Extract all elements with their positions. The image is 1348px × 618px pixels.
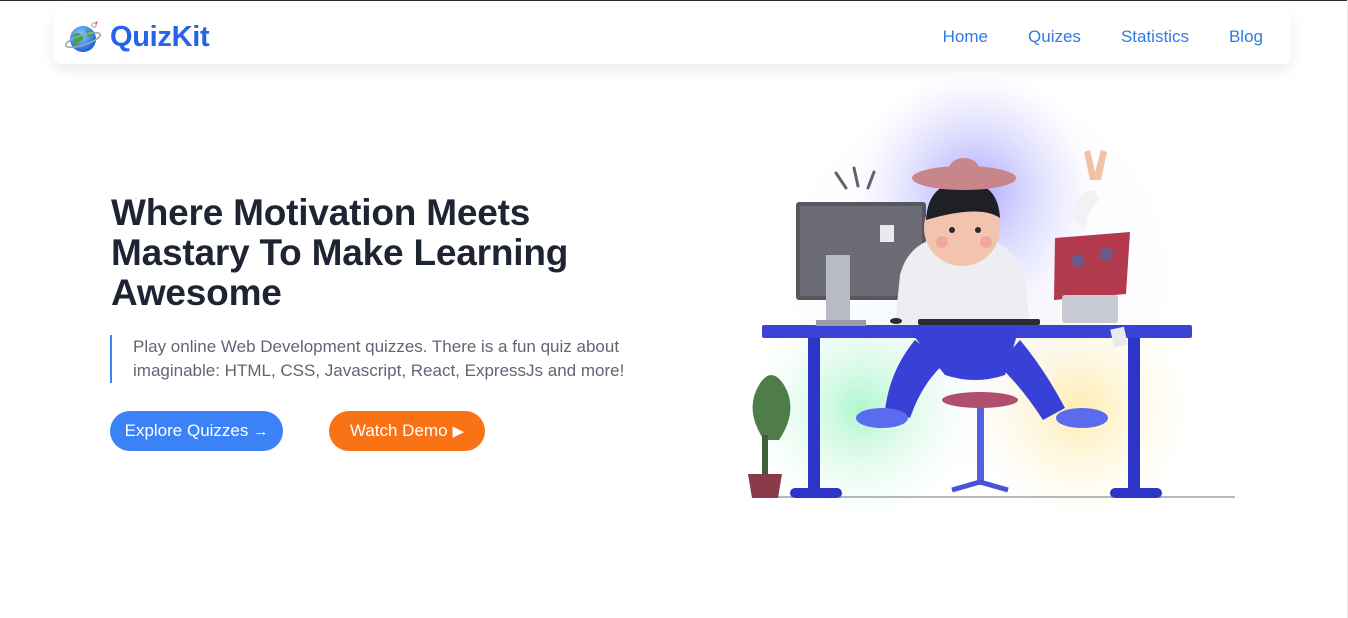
- desk-leg-right: [1128, 338, 1140, 488]
- desk-foot-left: [790, 488, 842, 498]
- brand-link[interactable]: QuizKit: [64, 19, 210, 55]
- person-cheek-left: [936, 236, 948, 248]
- laptop-screen: [1054, 232, 1130, 300]
- monitor-base: [816, 320, 866, 326]
- mouse: [890, 318, 902, 324]
- chair-seat: [942, 392, 1018, 408]
- person-eye-right: [975, 227, 981, 233]
- plant-stem: [762, 435, 768, 475]
- person-eye-left: [949, 227, 955, 233]
- nav-link-home[interactable]: Home: [943, 27, 988, 47]
- person-cheek-right: [980, 236, 992, 248]
- sticky-note: [880, 225, 894, 242]
- shoe-left: [856, 408, 908, 428]
- explore-quizzes-label: Explore Quizzes: [124, 421, 249, 440]
- nav-links: Home Quizes Statistics Blog: [903, 10, 1263, 64]
- nav-link-statistics[interactable]: Statistics: [1121, 27, 1189, 47]
- chair-post: [977, 405, 984, 485]
- laptop-stand: [1062, 295, 1118, 323]
- desk-leg-left: [808, 338, 820, 488]
- nav-link-blog[interactable]: Blog: [1229, 27, 1263, 47]
- explore-quizzes-button[interactable]: Explore Quizzes →: [110, 411, 283, 451]
- keyboard: [918, 319, 1040, 325]
- nav-link-quizes[interactable]: Quizes: [1028, 27, 1081, 47]
- arrow-right-icon: →: [253, 422, 269, 440]
- globe-rocket-icon: [65, 21, 101, 52]
- monitor-stand: [826, 255, 850, 325]
- brand-name: QuizKit: [110, 20, 210, 53]
- play-icon: ▶: [452, 423, 465, 440]
- hero-description: Play online Web Development quizzes. The…: [110, 335, 650, 383]
- hero-title: Where Motivation Meets Mastary To Make L…: [111, 192, 569, 313]
- shoe-right: [1056, 408, 1108, 428]
- plant-pot: [748, 474, 782, 498]
- watch-demo-button[interactable]: Watch Demo ▶: [329, 411, 485, 451]
- navbar: QuizKit Home Quizes Statistics Blog: [54, 10, 1291, 64]
- window-top-border: [0, 0, 1348, 1]
- desk-foot-right: [1110, 488, 1162, 498]
- watch-demo-label: Watch Demo: [349, 421, 448, 440]
- person-at-desk-illustration: [748, 70, 1235, 530]
